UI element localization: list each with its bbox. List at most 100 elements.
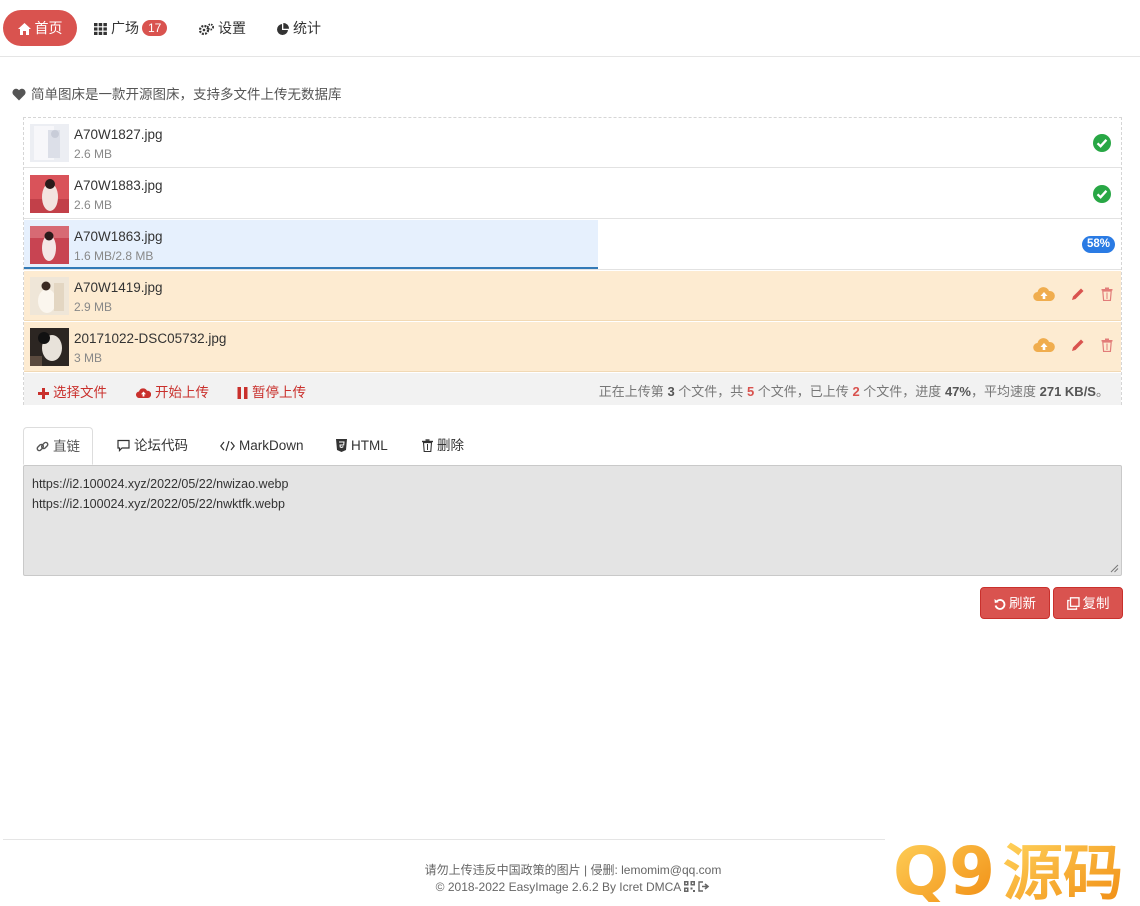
file-name: A70W1863.jpg (74, 229, 163, 244)
file-thumbnail (30, 124, 69, 162)
tab-markdown[interactable]: MarkDown (208, 427, 316, 464)
file-size: 2.6 MB (74, 147, 113, 161)
overall-progress: 47% (944, 384, 971, 399)
copy-icon (1066, 597, 1080, 610)
uploaded-file-count: 2 (852, 384, 860, 399)
tab-forum-code[interactable]: 论坛代码 (105, 427, 200, 464)
watermark-logo: Q9 源码 (893, 836, 1123, 902)
upload-status-text: 正在上传第 3 个文件，共 5 个文件，已上传 2 个文件，进度 47%，平均速… (599, 381, 1109, 400)
link-line: https://i2.100024.xyz/2022/05/22/nwktfk.… (32, 497, 285, 511)
progress-percent-badge: 58% (1081, 236, 1115, 253)
cloud-upload-icon[interactable] (1033, 286, 1056, 305)
check-circle-icon (1093, 185, 1111, 203)
pause-upload-label: 暂停上传 (252, 385, 306, 400)
file-name: A70W1419.jpg (74, 280, 163, 295)
sign-out-icon[interactable] (698, 881, 710, 892)
pie-chart-icon (277, 22, 289, 35)
nav-stats-label: 统计 (293, 20, 321, 36)
tab-label: 删除 (437, 438, 464, 453)
html5-icon (336, 439, 347, 452)
total-file-count: 5 (746, 384, 755, 399)
tab-direct-link[interactable]: 直链 (23, 427, 93, 465)
status-text: 个文件，进度 (863, 384, 942, 399)
nav-home-label: 首页 (34, 20, 63, 36)
refresh-button[interactable]: 刷新 (980, 587, 1050, 619)
file-row-uploading: A70W1863.jpg 1.6 MB/2.8 MB 58% (24, 220, 1121, 270)
code-icon (220, 440, 235, 452)
upload-speed: 271 KB/S (1039, 384, 1096, 399)
resize-handle-icon[interactable] (1110, 564, 1119, 573)
file-size: 1.6 MB/2.8 MB (74, 249, 154, 263)
nav-settings-link[interactable]: 设置 (199, 10, 246, 46)
file-thumbnail (30, 226, 69, 264)
nav-home-button[interactable]: 首页 (3, 10, 77, 46)
footer-copyright-text: © 2018-2022 EasyImage 2.6.2 By Icret DMC… (435, 880, 681, 894)
trash-icon[interactable] (1101, 287, 1113, 304)
pencil-icon[interactable] (1071, 287, 1085, 304)
tab-label: HTML (351, 438, 388, 453)
check-circle-icon (1093, 134, 1111, 152)
link-icon (36, 441, 49, 452)
tab-label: MarkDown (239, 438, 304, 453)
tab-label: 论坛代码 (134, 438, 188, 453)
file-uploader: A70W1827.jpg 2.6 MB A70W1883.jpg 2.6 MB … (23, 117, 1122, 405)
refresh-icon (994, 599, 1006, 610)
nav-settings-label: 设置 (218, 20, 246, 36)
footer-divider (3, 839, 885, 840)
status-text: 个文件，已上传 (757, 384, 849, 399)
comment-icon (117, 439, 130, 452)
select-files-label: 选择文件 (53, 385, 107, 400)
file-thumbnail (30, 328, 69, 366)
nav-stats-link[interactable]: 统计 (276, 10, 321, 46)
intro-text: 简单图床是一款开源图床，支持多文件上传无数据库 (12, 83, 342, 103)
link-format-tabs: 直链 论坛代码 MarkDown HTML 删除 (23, 427, 1122, 465)
grid-icon (94, 23, 107, 36)
file-row-queued: A70W1419.jpg 2.9 MB (24, 271, 1121, 321)
tab-html[interactable]: HTML (324, 427, 400, 464)
pause-upload-button[interactable]: 暂停上传 (237, 381, 306, 401)
file-thumbnail (30, 277, 69, 315)
plus-icon (38, 388, 49, 399)
status-text: 个文件，共 (678, 384, 744, 399)
trash-icon (422, 439, 433, 453)
upload-toolbar: 选择文件 开始上传 暂停上传 正在上传第 3 个文件，共 5 个文件，已上传 2… (24, 373, 1121, 405)
status-text: 。 (1095, 384, 1109, 399)
file-name: A70W1827.jpg (74, 127, 163, 142)
top-navbar: 首页 广场 17 设置 统计 (0, 0, 1140, 57)
file-name: A70W1883.jpg (74, 178, 163, 193)
file-actions (1021, 337, 1113, 357)
pencil-icon[interactable] (1071, 338, 1085, 355)
file-size: 2.6 MB (74, 198, 113, 212)
file-size: 2.9 MB (74, 300, 113, 314)
copy-label: 复制 (1082, 596, 1110, 611)
pause-icon (237, 387, 248, 399)
file-row: A70W1883.jpg 2.6 MB (24, 169, 1121, 219)
select-files-button[interactable]: 选择文件 (38, 381, 107, 401)
home-icon (17, 23, 31, 36)
link-output-textarea[interactable]: https://i2.100024.xyz/2022/05/22/nwizao.… (23, 465, 1122, 576)
start-upload-label: 开始上传 (155, 385, 209, 400)
status-text: 正在上传第 (598, 384, 664, 399)
cloud-upload-icon (135, 388, 152, 399)
file-thumbnail (30, 175, 69, 213)
refresh-label: 刷新 (1009, 596, 1036, 611)
status-text: ，平均速度 (970, 384, 1036, 399)
trash-icon[interactable] (1101, 338, 1113, 355)
current-file-index: 3 (667, 384, 675, 399)
nav-square-label: 广场 (111, 20, 139, 36)
square-count-badge: 17 (142, 20, 168, 36)
tab-delete[interactable]: 删除 (410, 427, 476, 464)
tab-label: 直链 (53, 439, 80, 454)
file-size: 3 MB (74, 351, 103, 365)
start-upload-button[interactable]: 开始上传 (135, 381, 209, 401)
copy-button[interactable]: 复制 (1053, 587, 1123, 619)
gears-icon (199, 23, 214, 35)
nav-square-link[interactable]: 广场 17 (94, 10, 168, 46)
cloud-upload-icon[interactable] (1033, 337, 1056, 356)
svg-text:Q9: Q9 (893, 836, 995, 902)
file-row-queued: 20171022-DSC05732.jpg 3 MB (24, 322, 1121, 372)
link-line: https://i2.100024.xyz/2022/05/22/nwizao.… (32, 477, 289, 491)
heart-icon (12, 88, 26, 101)
qrcode-icon[interactable] (683, 881, 695, 892)
file-name: 20171022-DSC05732.jpg (74, 331, 227, 346)
